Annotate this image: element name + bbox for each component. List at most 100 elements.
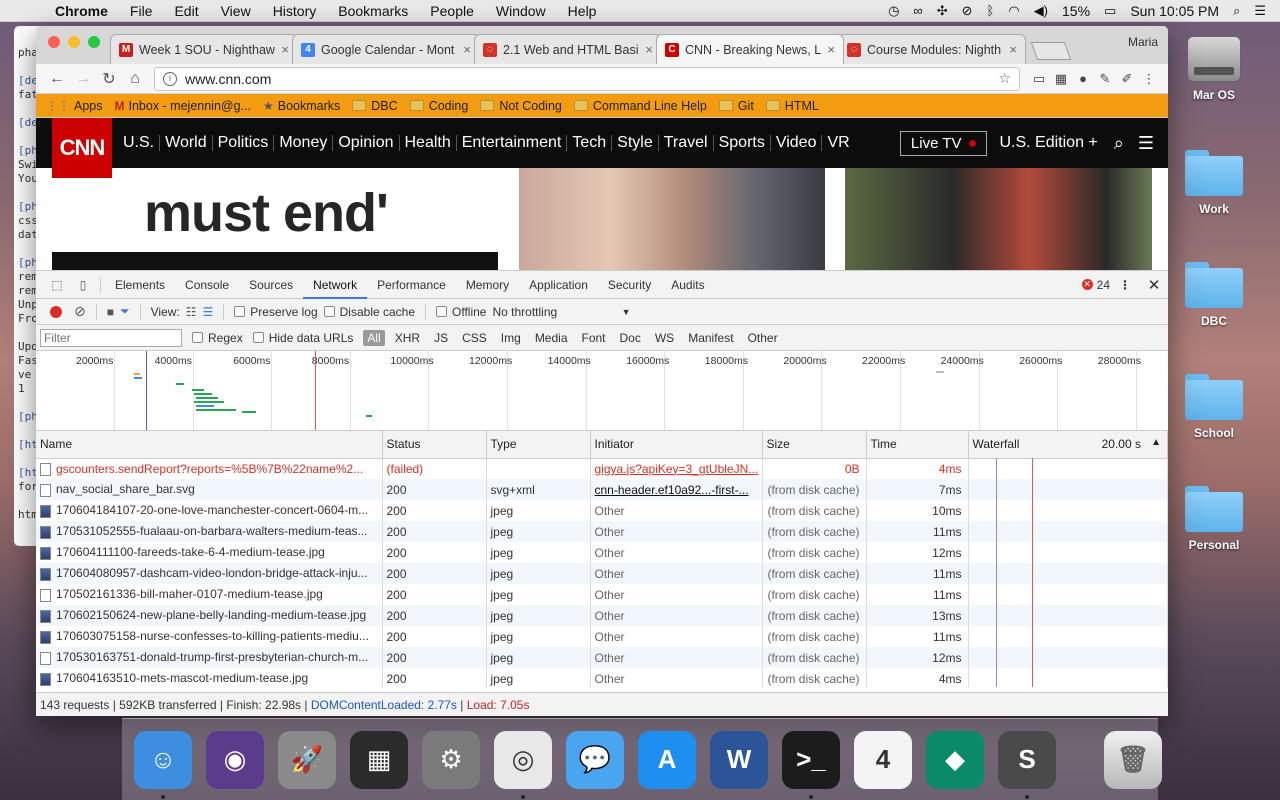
browser-tab[interactable]: ◌ Course Modules: Nighth × <box>838 34 1026 64</box>
menu-view[interactable]: View <box>210 3 262 19</box>
bookmark-html[interactable]: HTML <box>765 99 819 113</box>
extension-badge-icon[interactable]: ● <box>1072 71 1094 86</box>
cnn-nav-politics[interactable]: Politics <box>213 135 275 151</box>
browser-tab[interactable]: C CNN - Breaking News, L × <box>656 34 844 64</box>
reload-button[interactable]: ↻ <box>96 69 122 89</box>
filter-input[interactable] <box>40 328 182 347</box>
volume-icon[interactable]: ◀) <box>1034 3 1048 19</box>
back-button[interactable]: ← <box>44 70 70 88</box>
launchpad-icon[interactable]: 🚀 <box>278 730 336 789</box>
app-menu-chrome[interactable]: Chrome <box>44 3 119 19</box>
request-name-cell[interactable]: 170604163510-mets-mascot-medium-tease.jp… <box>36 668 383 687</box>
request-row[interactable]: nav_social_share_bar.svg 200 svg+xml cnn-he… <box>36 479 1168 500</box>
overview-icon[interactable]: ☰ <box>203 305 214 319</box>
cnn-nav-world[interactable]: World <box>160 135 213 151</box>
inspect-element-icon[interactable]: ⬚ <box>44 278 70 292</box>
battery-percent[interactable]: 15% <box>1062 3 1090 19</box>
hide-data-urls-checkbox[interactable]: Hide data URLs <box>252 331 353 345</box>
bluetooth-icon[interactable]: ᛒ <box>987 3 995 18</box>
large-rows-icon[interactable]: ☷ <box>186 305 197 319</box>
devtools-more-icon[interactable]: ⋮ <box>1110 278 1140 292</box>
headline-text[interactable]: must end' <box>144 182 389 244</box>
request-name-cell[interactable]: 170502161336-bill-maher-0107-medium-teas… <box>36 584 383 605</box>
menu-help[interactable]: Help <box>557 3 608 19</box>
devtools-tab-console[interactable]: Console <box>175 271 239 299</box>
request-row[interactable]: 170604111100-fareeds-take-6-4-medium-tea… <box>36 542 1168 563</box>
chrome-menu-icon[interactable]: ⋮ <box>1138 71 1160 87</box>
request-name-cell[interactable]: 170604184107-20-one-love-manchester-conc… <box>36 500 383 521</box>
new-tab-button[interactable] <box>1030 42 1072 60</box>
device-toolbar-icon[interactable]: ▯ <box>70 278 96 292</box>
siri-icon[interactable]: ◉ <box>206 730 264 789</box>
cnn-nav-tech[interactable]: Tech <box>567 135 613 151</box>
checkbox-box[interactable] <box>436 306 448 317</box>
devtools-tab-elements[interactable]: Elements <box>105 271 175 299</box>
chrome-icon[interactable]: ◎ <box>494 730 552 799</box>
preserve-log-checkbox[interactable]: Preserve log <box>234 305 318 319</box>
devtools-tab-network[interactable]: Network <box>303 271 368 299</box>
column-header-status[interactable]: Status <box>382 431 487 459</box>
filter-type-other[interactable]: Other <box>744 330 782 346</box>
cnn-nav-video[interactable]: Video <box>771 135 823 151</box>
photo-booth-icon[interactable]: ▦ <box>350 730 408 789</box>
column-header-type[interactable]: Type <box>486 431 591 459</box>
app-store-icon[interactable]: A <box>638 730 696 789</box>
request-name-cell[interactable]: 170530163751-donald-trump-first-presbyte… <box>36 647 383 668</box>
devtools-tab-sources[interactable]: Sources <box>239 271 303 299</box>
request-row[interactable]: 170603075158-nurse-confesses-to-killing-… <box>36 626 1168 647</box>
request-row[interactable]: 170604080957-dashcam-video-london-bridge… <box>36 563 1168 584</box>
disable-cache-checkbox[interactable]: Disable cache <box>323 305 415 319</box>
address-bar[interactable]: i www.cnn.com ☆ <box>154 66 1020 91</box>
bookmark-not-coding[interactable]: Not Coding <box>480 99 562 113</box>
request-initiator-cell[interactable]: gigya.js?apiKey=3_gtUbleJN... <box>590 458 763 479</box>
request-initiator-cell[interactable]: cnn-header.ef10a92...-first-... <box>590 479 763 500</box>
do-not-disturb-icon[interactable]: ⊘ <box>962 3 973 19</box>
checkbox-box[interactable] <box>234 306 246 317</box>
search-icon[interactable]: ⌕ <box>1114 133 1124 154</box>
menu-file[interactable]: File <box>119 3 164 19</box>
devtools-tab-memory[interactable]: Memory <box>456 271 519 299</box>
cnn-logo[interactable]: CNN <box>52 118 112 178</box>
tab-close-icon[interactable]: × <box>463 42 471 57</box>
trash-icon[interactable]: 🗑 <box>1104 730 1162 789</box>
battery-icon[interactable]: ▭ <box>1104 3 1116 19</box>
throttling-select[interactable]: No throttling ▼ <box>492 305 630 319</box>
tab-close-icon[interactable]: × <box>645 42 653 57</box>
pen-extension-icon[interactable]: ✎ <box>1094 71 1116 87</box>
request-row[interactable]: gscounters.sendReport?reports=%5B%7B%22n… <box>36 458 1168 479</box>
story-image-trump-khan[interactable] <box>519 168 825 270</box>
column-header-initiator[interactable]: Initiator <box>590 431 763 459</box>
terminal-icon[interactable]: >_ <box>782 730 840 799</box>
record-button[interactable] <box>50 305 62 318</box>
column-header-time[interactable]: Time <box>866 431 969 459</box>
bookmark-inbox-mejennin-g[interactable]: M Inbox - mejennin@g... <box>115 99 251 113</box>
calendar-icon[interactable]: 4 <box>854 730 912 789</box>
regex-checkbox[interactable]: Regex <box>192 331 243 345</box>
pinwheel-icon[interactable]: ✣ <box>937 3 948 19</box>
filter-type-media[interactable]: Media <box>531 330 572 346</box>
time-machine-icon[interactable]: ◷ <box>888 3 899 19</box>
messages-icon[interactable]: 💬 <box>566 730 624 789</box>
cnn-nav-travel[interactable]: Travel <box>659 135 714 151</box>
desktop-icon-school[interactable]: School <box>1180 374 1248 440</box>
request-row[interactable]: 170604163510-mets-mascot-medium-tease.jp… <box>36 668 1168 687</box>
url-text[interactable]: www.cnn.com <box>185 71 271 87</box>
story-image-protest[interactable] <box>845 168 1152 270</box>
devtools-tab-application[interactable]: Application <box>519 271 598 299</box>
word-icon[interactable]: W <box>710 730 768 789</box>
finder-icon[interactable]: ☺ <box>134 730 192 799</box>
bookmark-git[interactable]: Git <box>718 99 754 113</box>
bookmark-star-icon[interactable]: ☆ <box>998 70 1011 87</box>
filter-type-font[interactable]: Font <box>578 330 610 346</box>
system-preferences-icon[interactable]: ⚙ <box>422 730 480 789</box>
bookmark-bookmarks[interactable]: ★ Bookmarks <box>263 99 340 113</box>
tab-close-icon[interactable]: × <box>281 42 289 57</box>
filter-type-css[interactable]: CSS <box>458 330 491 346</box>
menu-edit[interactable]: Edit <box>163 3 209 19</box>
filter-type-js[interactable]: JS <box>430 330 452 346</box>
request-name-cell[interactable]: 170602150624-new-plane-belly-landing-med… <box>36 605 383 626</box>
network-overview-timeline[interactable]: 2000ms 4000ms 6000ms 8000ms 10000ms 12000ms 14… <box>36 351 1168 431</box>
tab-close-icon[interactable]: × <box>827 42 835 57</box>
column-header-size[interactable]: Size <box>762 431 867 459</box>
dashlane-icon[interactable]: ◆ <box>926 730 984 789</box>
